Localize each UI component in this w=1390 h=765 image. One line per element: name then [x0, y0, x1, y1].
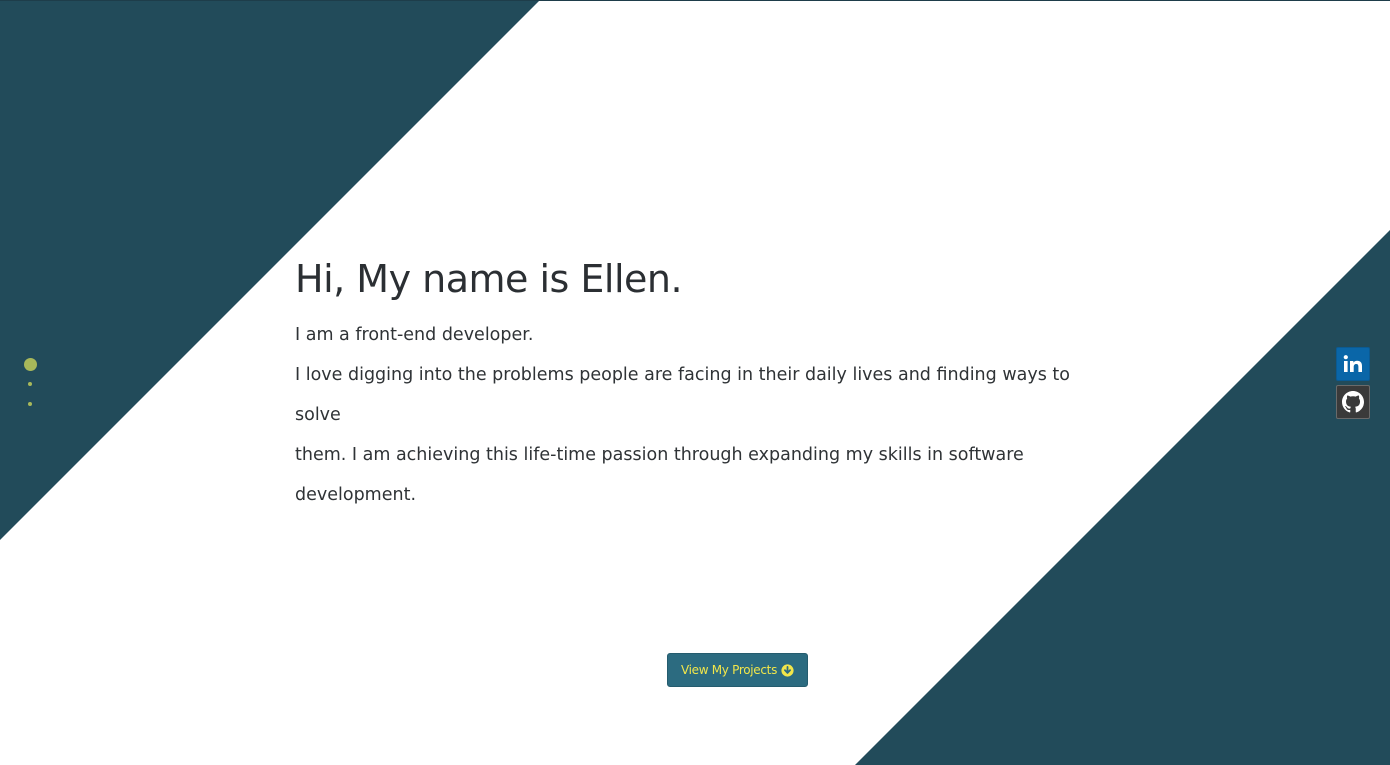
landing-page: Hi, My name is Ellen. I am a front-end d… [0, 0, 1390, 765]
view-projects-label: View My Projects [680, 663, 778, 677]
arrow-circle-down-icon [781, 663, 794, 677]
hero-section: Hi, My name is Ellen. I am a front-end d… [295, 251, 1115, 515]
view-projects-button[interactable]: View My Projects [667, 653, 808, 687]
github-link[interactable] [1336, 385, 1370, 419]
section-nav-dots [24, 358, 38, 414]
hero-bio-line-2: them. I am achieving this life-time pass… [295, 445, 1024, 505]
linkedin-link[interactable] [1336, 347, 1370, 381]
hero-heading: Hi, My name is Ellen. [295, 257, 683, 301]
hero-bio-line-1: I love digging into the problems people … [295, 365, 1070, 425]
nav-dot-home[interactable] [24, 358, 37, 371]
hero-intro: I am a front-end developer. [295, 325, 534, 345]
nav-dot-contact[interactable] [28, 402, 32, 406]
nav-dot-projects[interactable] [28, 382, 32, 386]
github-icon [1342, 391, 1364, 413]
social-links [1336, 347, 1370, 423]
linkedin-icon [1343, 355, 1362, 372]
